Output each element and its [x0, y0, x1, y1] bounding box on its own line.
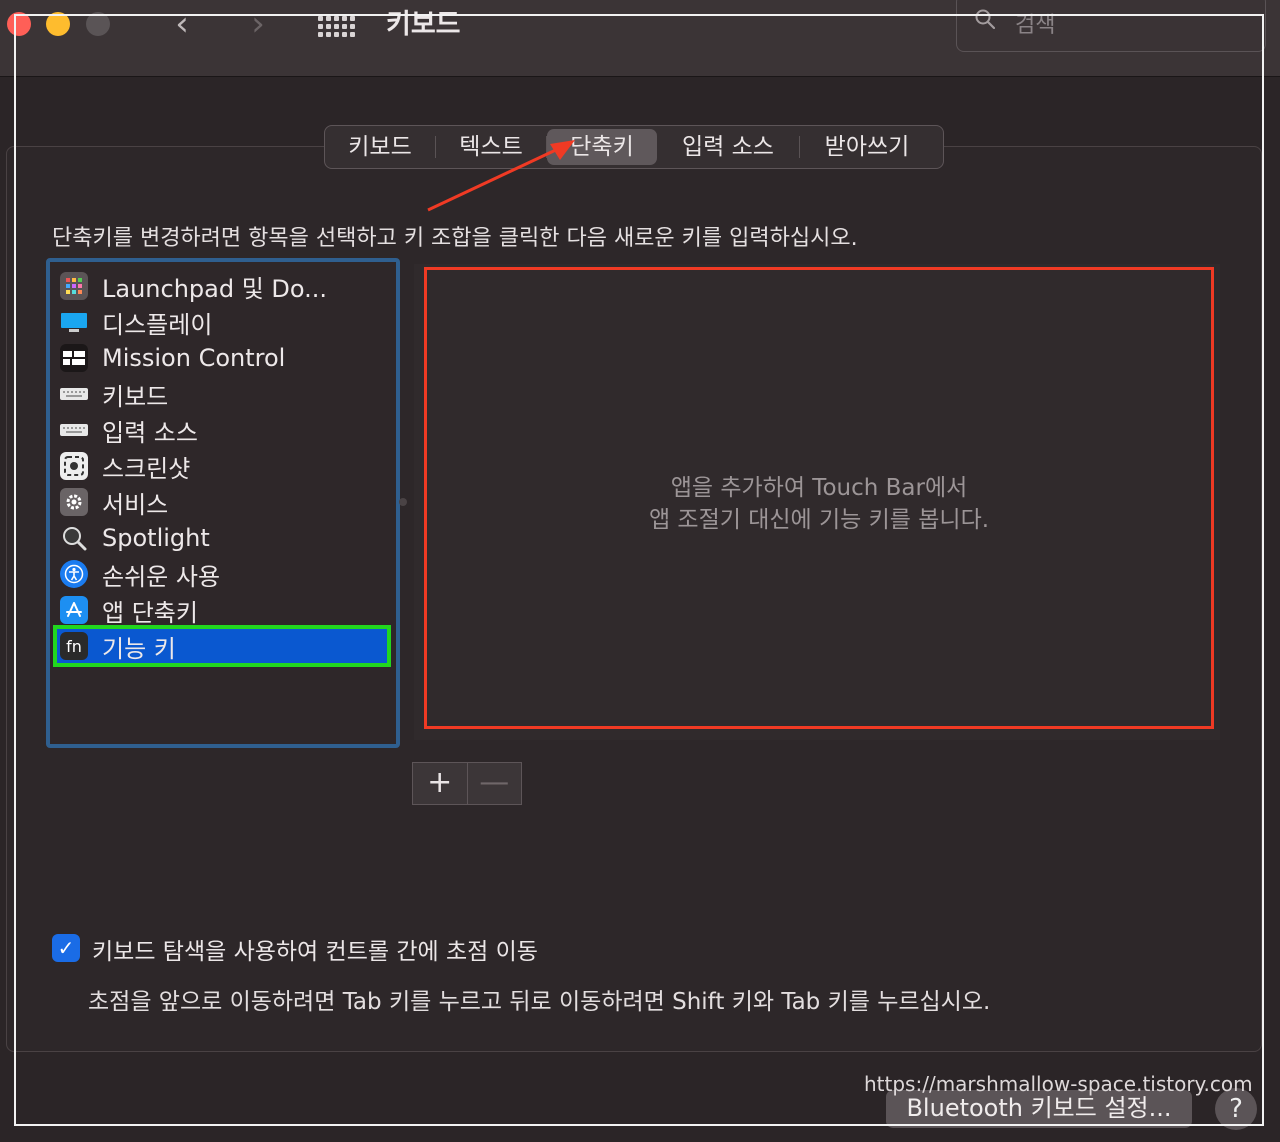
list-item-display[interactable]: 디스플레이	[60, 304, 388, 340]
empty-list-message: 앱을 추가하여 Touch Bar에서 앱 조절기 대신에 기능 키를 봅니다.	[424, 472, 1214, 536]
list-item-label: 앱 단축키	[102, 598, 198, 627]
close-window-button[interactable]	[7, 12, 31, 36]
fn-icon: fn	[60, 632, 88, 660]
grid-dot	[342, 24, 347, 29]
list-item-mission-control[interactable]: Mission Control	[60, 340, 388, 376]
mission-control-icon	[60, 344, 88, 372]
list-item-app-shortcuts[interactable]: 앱 단축키	[60, 592, 388, 628]
search-placeholder: 검색	[1015, 13, 1056, 38]
instruction-text: 단축키를 변경하려면 항목을 선택하고 키 조합을 클릭한 다음 새로운 키를 …	[52, 226, 858, 251]
list-item-launchpad[interactable]: Launchpad 및 Do...	[60, 268, 388, 304]
grid-dot	[318, 24, 323, 29]
annotation-arrow	[427, 140, 575, 212]
grid-dot	[350, 32, 355, 37]
shortcut-category-list[interactable]: Launchpad 및 Do... 디스플레이 Mission Control …	[46, 258, 400, 748]
tab-dictation[interactable]: 받아쓰기	[800, 129, 934, 165]
add-remove-control: + —	[412, 762, 522, 805]
window-title: 키보드	[386, 9, 461, 40]
list-item-screenshot[interactable]: 스크린샷	[60, 448, 388, 484]
search-field[interactable]: 검색	[956, 0, 1266, 52]
list-item-spotlight[interactable]: Spotlight	[60, 520, 388, 556]
app-store-icon	[60, 596, 88, 624]
list-item-label: 스크린샷	[102, 454, 191, 483]
list-item-label: 디스플레이	[102, 310, 213, 339]
split-view-handle[interactable]	[399, 498, 407, 506]
list-item-label: 기능 키	[102, 634, 176, 663]
tab-bar: 키보드 텍스트 단축키 입력 소스 받아쓰기	[324, 125, 944, 169]
grid-dot	[326, 16, 331, 21]
spotlight-icon	[60, 524, 88, 552]
list-item-function-keys[interactable]: fn 기능 키	[53, 625, 391, 667]
tab-keyboard[interactable]: 키보드	[325, 129, 435, 165]
accessibility-icon	[60, 560, 88, 588]
empty-list-line-1: 앱을 추가하여 Touch Bar에서	[670, 475, 968, 501]
keyboard-icon	[60, 380, 88, 408]
list-item-label: 키보드	[102, 382, 169, 411]
grid-dot	[342, 32, 347, 37]
list-item-accessibility[interactable]: 손쉬운 사용	[60, 556, 388, 592]
keyboard-navigation-label: 키보드 탐색을 사용하여 컨트롤 간에 초점 이동	[92, 939, 538, 965]
launchpad-icon	[60, 272, 88, 300]
grid-dot	[318, 16, 323, 21]
grid-dot	[334, 24, 339, 29]
gear-icon	[60, 488, 88, 516]
remove-button[interactable]: —	[466, 763, 522, 804]
list-item-keyboard[interactable]: 키보드	[60, 376, 388, 412]
grid-dot	[350, 16, 355, 21]
forward-button[interactable]: ›	[238, 2, 278, 46]
list-item-services[interactable]: 서비스	[60, 484, 388, 520]
display-icon	[60, 308, 88, 336]
back-button[interactable]: ‹	[162, 2, 202, 46]
zoom-window-button[interactable]	[86, 12, 110, 36]
watermark-text: https://marshmallow-space.tistory.com	[864, 1072, 1253, 1096]
keyboard-navigation-checkbox[interactable]: ✓	[52, 934, 80, 962]
minimize-window-button[interactable]	[46, 12, 70, 36]
grid-dot	[318, 32, 323, 37]
show-all-grid-icon[interactable]	[318, 16, 358, 38]
grid-dot	[326, 24, 331, 29]
grid-dot	[342, 16, 347, 21]
list-item-label: Spotlight	[102, 524, 210, 552]
list-item-input-sources[interactable]: 입력 소스	[60, 412, 388, 448]
list-item-label: 손쉬운 사용	[102, 562, 221, 591]
grid-dot	[334, 16, 339, 21]
grid-dot	[334, 32, 339, 37]
list-item-label: 서비스	[102, 490, 169, 519]
list-item-label: Launchpad 및 Do...	[102, 274, 328, 303]
grid-dot	[326, 32, 331, 37]
screenshot-icon	[60, 452, 88, 480]
add-button[interactable]: +	[413, 763, 467, 804]
list-item-label: Mission Control	[102, 344, 286, 372]
grid-dot	[350, 24, 355, 29]
search-icon	[975, 9, 995, 29]
keyboard-icon	[60, 416, 88, 444]
list-item-label: 입력 소스	[102, 418, 198, 447]
empty-list-line-2: 앱 조절기 대신에 기능 키를 봅니다.	[648, 507, 990, 533]
tab-input-sources[interactable]: 입력 소스	[657, 129, 799, 165]
keyboard-navigation-hint: 초점을 앞으로 이동하려면 Tab 키를 누르고 뒤로 이동하려면 Shift …	[88, 989, 991, 1015]
